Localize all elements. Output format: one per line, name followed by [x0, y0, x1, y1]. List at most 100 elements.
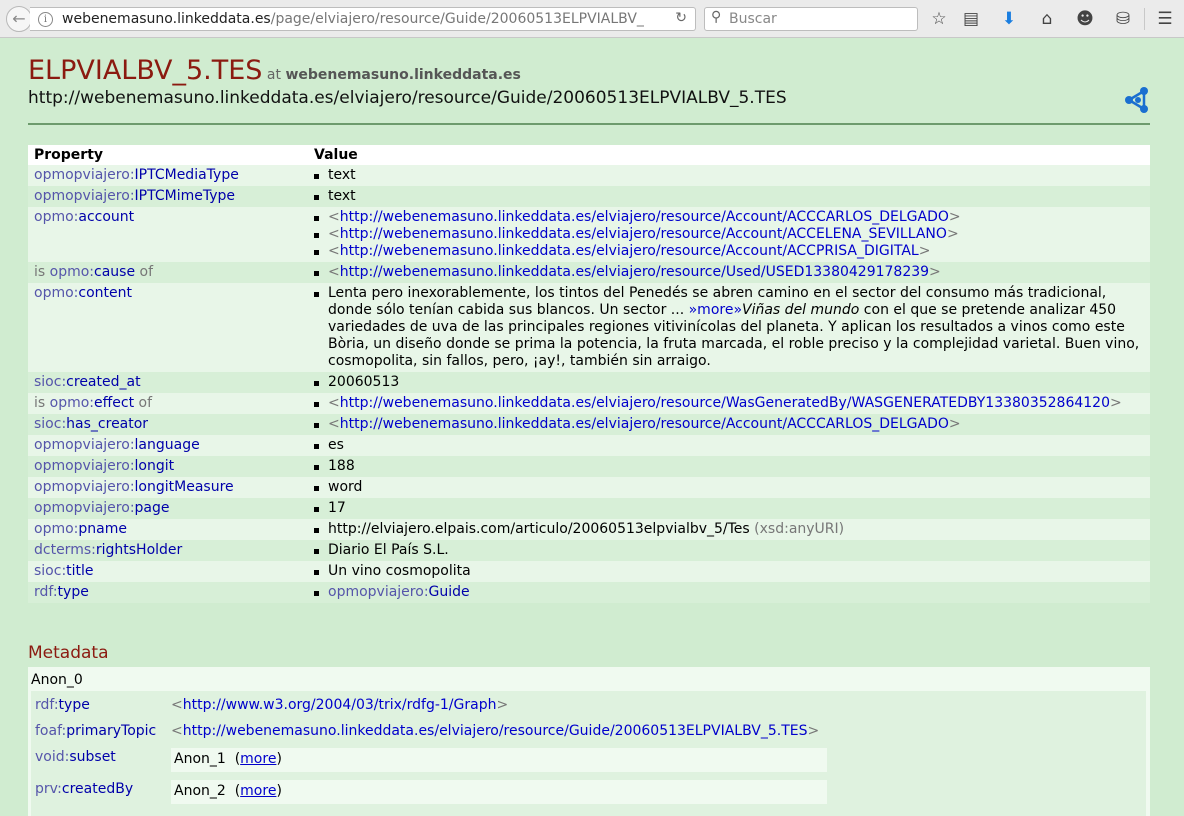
value-item: <http://webenemasuno.linkeddata.es/elvia…	[314, 416, 1144, 433]
reading-list-icon[interactable]: ▤	[960, 8, 982, 30]
reload-icon[interactable]: ↻	[675, 10, 687, 26]
value-cell: <http://webenemasuno.linkeddata.es/elvia…	[308, 207, 1150, 262]
meta-type-link[interactable]: http://www.w3.org/2004/03/trix/rdfg-1/Gr…	[183, 697, 497, 713]
table-row: rdf:type opmopviajero:Guide	[28, 582, 1150, 603]
property-prefix[interactable]: opmo:	[50, 395, 94, 411]
subject-uri[interactable]: http://webenemasuno.linkeddata.es/elviaj…	[28, 88, 1150, 108]
property-prefix[interactable]: sioc:	[34, 416, 66, 432]
property-name[interactable]: type	[58, 584, 89, 600]
meta-type-property[interactable]: rdf:type	[35, 697, 90, 713]
rdf-share-icon[interactable]	[1124, 87, 1150, 113]
resource-link[interactable]: http://webenemasuno.linkeddata.es/elviaj…	[340, 243, 919, 259]
url-text[interactable]: webenemasuno.linkeddata.es/page/elviajer…	[62, 11, 662, 27]
property-prefix[interactable]: opmopviajero:	[34, 458, 135, 474]
value-cell: text	[308, 186, 1150, 207]
property-prefix[interactable]: rdf:	[34, 584, 58, 600]
download-icon[interactable]: ⬇	[998, 8, 1020, 30]
property-prefix[interactable]: opmo:	[34, 521, 78, 537]
value-cell: Diario El País S.L.	[308, 540, 1150, 561]
property-name[interactable]: rightsHolder	[96, 542, 182, 558]
table-row: opmopviajero:longitMeasure word	[28, 477, 1150, 498]
property-cell: opmopviajero:longit	[28, 456, 308, 477]
home-icon[interactable]: ⌂	[1036, 8, 1058, 30]
search-bar[interactable]: ⚲ Buscar	[704, 7, 918, 31]
property-prefix[interactable]: sioc:	[34, 563, 66, 579]
value-item: http://elviajero.elpais.com/articulo/200…	[314, 521, 1144, 538]
value-item: 17	[314, 500, 1144, 517]
meta-primary-topic-property[interactable]: foaf:primaryTopic	[35, 723, 156, 739]
property-cell: is opmo:effect of	[28, 393, 308, 414]
property-prefix[interactable]: opmopviajero:	[34, 500, 135, 516]
property-name[interactable]: longit	[135, 458, 175, 474]
property-name[interactable]: IPTCMimeType	[135, 188, 235, 204]
resource-link[interactable]: http://webenemasuno.linkeddata.es/elviaj…	[340, 264, 929, 280]
property-name[interactable]: page	[135, 500, 170, 516]
bookmark-star-icon[interactable]: ☆	[928, 8, 950, 30]
property-prefix[interactable]: opmopviajero:	[34, 437, 135, 453]
site-name[interactable]: webenemasuno.linkeddata.es	[285, 67, 520, 83]
address-bar[interactable]: i webenemasuno.linkeddata.es/page/elviaj…	[30, 7, 696, 31]
property-name[interactable]: language	[135, 437, 200, 453]
value-item: <http://webenemasuno.linkeddata.es/elvia…	[314, 209, 1144, 226]
property-cell: sioc:created_at	[28, 372, 308, 393]
toolbar-separator	[1144, 8, 1145, 30]
search-icon: ⚲	[711, 9, 722, 25]
property-name[interactable]: content	[78, 285, 132, 301]
resource-link[interactable]: http://webenemasuno.linkeddata.es/elviaj…	[340, 226, 947, 242]
pocket-icon[interactable]: ⛁	[1112, 8, 1134, 30]
header-divider	[28, 123, 1150, 125]
property-prefix[interactable]: opmopviajero:	[34, 167, 135, 183]
value-item: 20060513	[314, 374, 1144, 391]
resource-link[interactable]: http://webenemasuno.linkeddata.es/elviaj…	[340, 395, 1110, 411]
properties-table: Property Value opmopviajero:IPTCMediaTyp…	[28, 145, 1150, 603]
property-name[interactable]: longitMeasure	[135, 479, 234, 495]
table-row: opmo:account <http://webenemasuno.linkedd…	[28, 207, 1150, 262]
metadata-box: Anon_0 rdf:type <http://www.w3.org/2004/…	[28, 667, 1150, 816]
property-name[interactable]: title	[66, 563, 93, 579]
property-prefix[interactable]: opmo:	[50, 264, 94, 280]
property-name[interactable]: effect	[94, 395, 134, 411]
menu-icon[interactable]: ☰	[1154, 8, 1176, 30]
search-input[interactable]: Buscar	[729, 11, 777, 27]
resource-link[interactable]: http://webenemasuno.linkeddata.es/elviaj…	[340, 416, 949, 432]
property-prefix[interactable]: sioc:	[34, 374, 66, 390]
property-name[interactable]: account	[78, 209, 134, 225]
meta-created-by-property[interactable]: prv:createdBy	[35, 781, 133, 797]
back-arrow-icon[interactable]: ←	[6, 6, 32, 32]
value-cell: 188	[308, 456, 1150, 477]
table-row: opmopviajero:IPTCMediaType text	[28, 165, 1150, 186]
property-cell: opmo:account	[28, 207, 308, 262]
created-by-more-link[interactable]: more	[240, 783, 276, 799]
value-cell: 20060513	[308, 372, 1150, 393]
property-column-header: Property	[28, 145, 308, 165]
property-name[interactable]: cause	[94, 264, 135, 280]
value-item[interactable]: opmopviajero:Guide	[314, 584, 1144, 601]
property-prefix[interactable]: opmo:	[34, 285, 78, 301]
property-prefix[interactable]: opmo:	[34, 209, 78, 225]
meta-primary-topic-link[interactable]: http://webenemasuno.linkeddata.es/elviaj…	[183, 723, 808, 739]
emoji-icon[interactable]: ☻	[1074, 8, 1096, 30]
value-cell: <http://webenemasuno.linkeddata.es/elvia…	[308, 414, 1150, 435]
property-name[interactable]: created_at	[66, 374, 140, 390]
property-prefix[interactable]: dcterms:	[34, 542, 96, 558]
value-item: word	[314, 479, 1144, 496]
subset-more-link[interactable]: more	[240, 751, 276, 767]
property-prefix[interactable]: opmopviajero:	[34, 479, 135, 495]
value-cell: 17	[308, 498, 1150, 519]
info-icon[interactable]: i	[38, 12, 53, 27]
value-cell: http://elviajero.elpais.com/articulo/200…	[308, 519, 1150, 540]
value-cell: opmopviajero:Guide	[308, 582, 1150, 603]
meta-created-by-value: Anon_2 (more)	[171, 780, 827, 804]
meta-subset-property[interactable]: void:subset	[35, 749, 116, 765]
property-cell: is opmo:cause of	[28, 262, 308, 283]
property-name[interactable]: pname	[78, 521, 127, 537]
table-row: sioc:title Un vino cosmopolita	[28, 561, 1150, 582]
table-row: opmopviajero:longit 188	[28, 456, 1150, 477]
more-link[interactable]: »more»	[689, 302, 742, 318]
meta-type-value: <http://www.w3.org/2004/03/trix/rdfg-1/G…	[171, 697, 509, 713]
property-name[interactable]: IPTCMediaType	[135, 167, 239, 183]
property-prefix[interactable]: opmopviajero:	[34, 188, 135, 204]
property-name[interactable]: has_creator	[66, 416, 148, 432]
property-cell: opmopviajero:IPTCMimeType	[28, 186, 308, 207]
resource-link[interactable]: http://webenemasuno.linkeddata.es/elviaj…	[340, 209, 949, 225]
